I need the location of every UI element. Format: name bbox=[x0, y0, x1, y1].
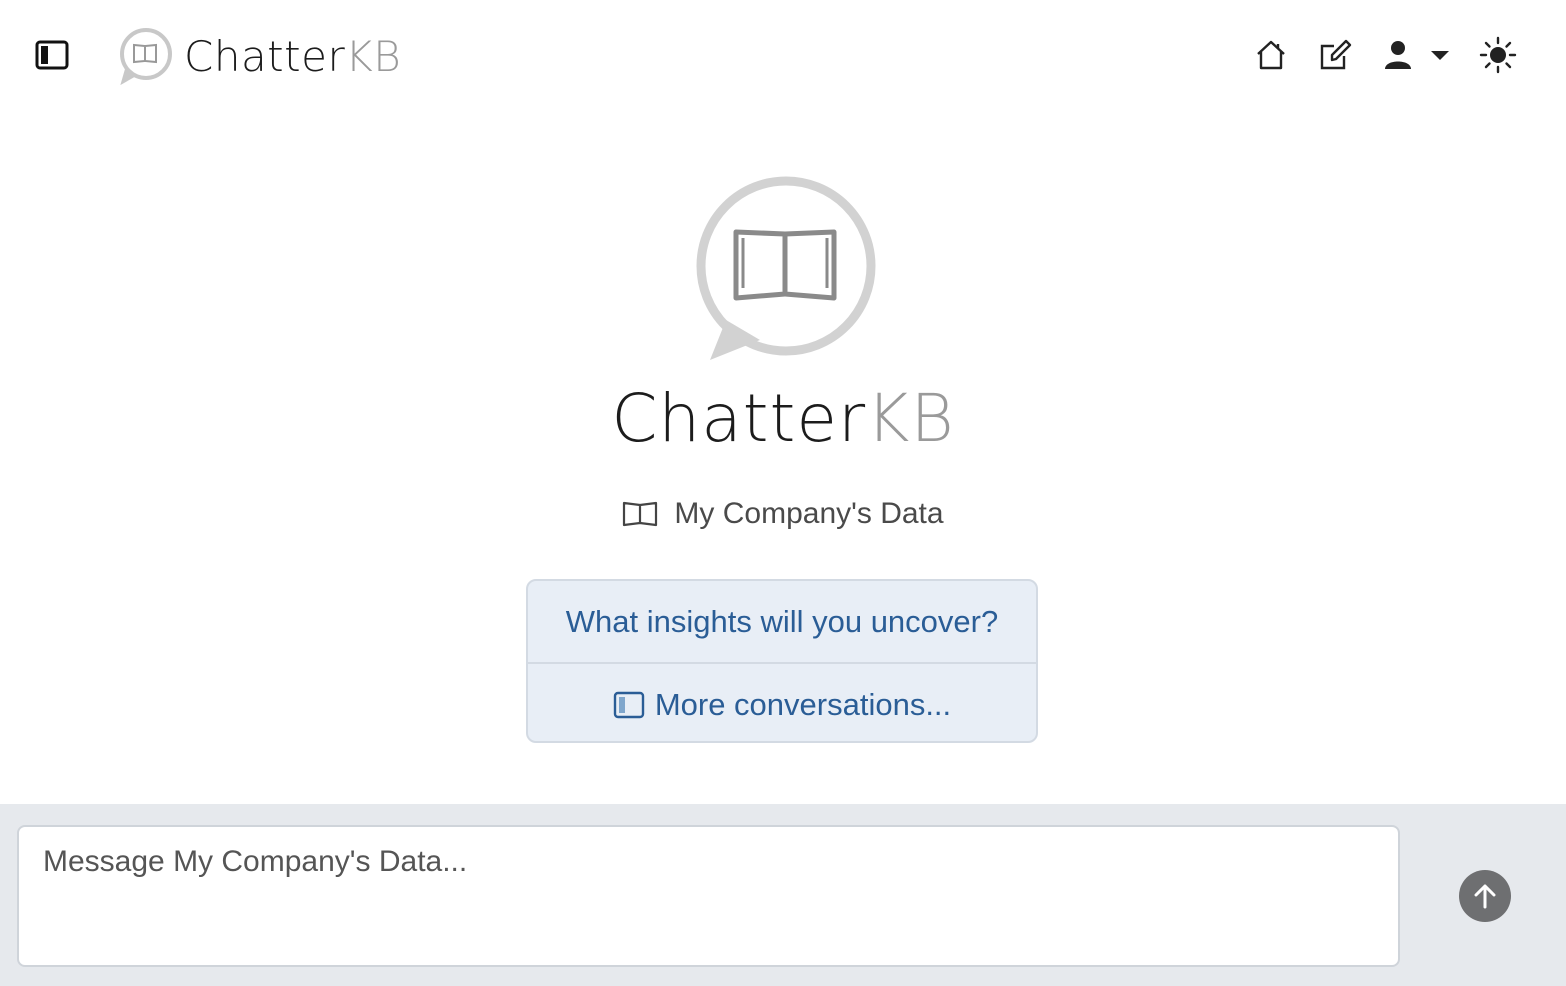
edit-icon bbox=[1320, 39, 1352, 70]
hero-title: ChatterKB bbox=[611, 380, 955, 457]
logo-large-icon bbox=[696, 176, 876, 360]
brand-link[interactable]: ChatterKB bbox=[116, 26, 401, 86]
brand-name: ChatterKB bbox=[184, 31, 402, 81]
new-chat-button[interactable] bbox=[1314, 34, 1356, 76]
more-conversations-link[interactable]: More conversations... bbox=[528, 662, 1036, 741]
user-menu-button[interactable] bbox=[1380, 34, 1454, 76]
sidebar-toggle-icon bbox=[35, 40, 69, 70]
theme-toggle-button[interactable] bbox=[1476, 34, 1520, 76]
logo-icon bbox=[120, 28, 172, 85]
chevron-down-icon bbox=[1431, 51, 1449, 60]
composer-bar bbox=[0, 804, 1566, 986]
sun-icon bbox=[1479, 36, 1517, 74]
sidebar-panel-icon bbox=[613, 691, 645, 718]
suggestion-card: What insights will you uncover? More con… bbox=[526, 579, 1038, 743]
insights-prompt-link[interactable]: What insights will you uncover? bbox=[528, 581, 1036, 662]
message-input[interactable] bbox=[17, 825, 1400, 967]
welcome-hero: ChatterKB My Company's Data bbox=[0, 170, 1566, 531]
send-button[interactable] bbox=[1459, 870, 1511, 922]
home-button[interactable] bbox=[1250, 34, 1292, 76]
home-icon bbox=[1257, 40, 1285, 70]
sidebar-toggle-button[interactable] bbox=[34, 38, 70, 72]
knowledge-base-name: My Company's Data bbox=[674, 497, 944, 530]
arrow-up-icon bbox=[1474, 884, 1496, 909]
user-icon bbox=[1385, 41, 1411, 69]
knowledge-base-indicator: My Company's Data bbox=[622, 497, 944, 531]
top-navbar: ChatterKB bbox=[0, 0, 1566, 110]
more-conversations-label: More conversations... bbox=[654, 686, 952, 722]
book-icon bbox=[623, 501, 658, 527]
insights-prompt-label: What insights will you uncover? bbox=[565, 603, 999, 639]
